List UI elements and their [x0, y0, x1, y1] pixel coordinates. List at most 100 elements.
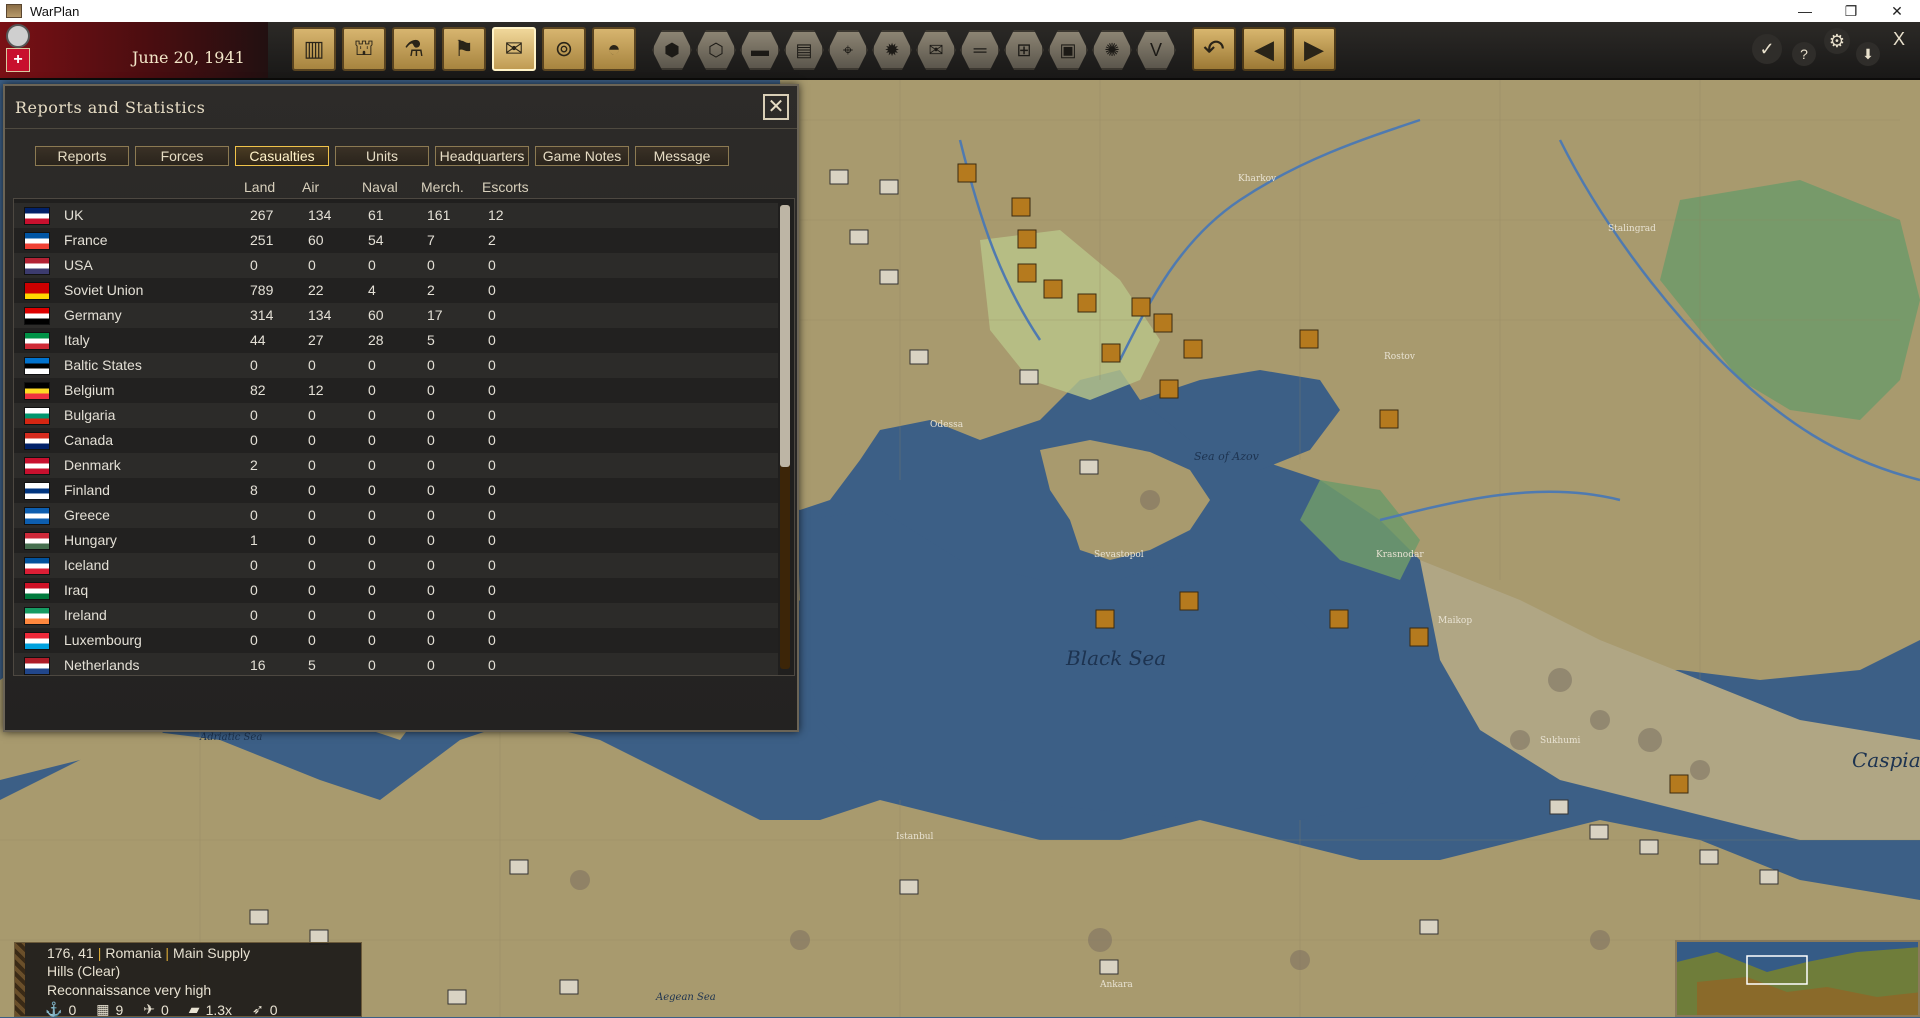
adriatic-sea-label: Adriatic Sea [200, 732, 263, 743]
table-row[interactable]: Finland 8 0 0 0 0 [14, 478, 778, 503]
table-row[interactable]: Greece 0 0 0 0 0 [14, 503, 778, 528]
previous-unit-button[interactable]: ◀ [1242, 27, 1286, 71]
filter-button-11[interactable]: ✺ [1092, 30, 1132, 70]
help-button[interactable]: ? [1792, 42, 1816, 66]
filter-button-12[interactable]: V [1136, 30, 1176, 70]
table-row[interactable]: Bulgaria 0 0 0 0 0 [14, 403, 778, 428]
filter-button-6[interactable]: ✹ [872, 30, 912, 70]
country-name: Luxembourg [64, 632, 142, 648]
filter-button-7[interactable]: ✉ [916, 30, 956, 70]
diplomacy-button[interactable]: ⚑ [442, 27, 486, 71]
fort-stat: 9 [115, 1001, 124, 1018]
panel-tabs: Reports Forces Casualties Units Headquar… [35, 146, 729, 166]
table-row[interactable]: Ireland 0 0 0 0 0 [14, 603, 778, 628]
tab-headquarters[interactable]: Headquarters [435, 146, 529, 166]
table-row[interactable]: Iraq 0 0 0 0 0 [14, 578, 778, 603]
minimize-button[interactable]: — [1782, 0, 1828, 22]
table-row[interactable]: Belgium 82 12 0 0 0 [14, 378, 778, 403]
restore-button[interactable]: ❐ [1828, 0, 1874, 22]
casualty-air: 22 [308, 282, 324, 298]
save-button[interactable]: ⬇ [1856, 42, 1880, 66]
table-row[interactable]: Hungary 1 0 0 0 0 [14, 528, 778, 553]
tab-casualties[interactable]: Casualties [235, 146, 329, 166]
scrollbar-thumb[interactable] [780, 205, 790, 467]
country-flag-icon [24, 407, 50, 425]
casualty-escorts: 0 [488, 457, 496, 473]
country-name: Bulgaria [64, 407, 116, 423]
undo-button[interactable]: ↶ [1192, 27, 1236, 71]
casualty-merch: 2 [427, 282, 435, 298]
casualty-merch: 0 [427, 407, 435, 423]
filter-button-8[interactable]: ═ [960, 30, 1000, 70]
window-title: WarPlan [30, 3, 80, 19]
faction-flag-icon[interactable]: + [6, 48, 30, 72]
casualty-merch: 7 [427, 232, 435, 248]
filter-button-4[interactable]: ▤ [784, 30, 824, 70]
filter-button-1[interactable]: ⬢ [652, 30, 692, 70]
sea-of-azov-label: Sea of Azov [1194, 450, 1259, 463]
table-scrollbar[interactable] [780, 205, 790, 669]
window-close-button[interactable]: ✕ [1874, 0, 1920, 22]
minimap[interactable] [1675, 940, 1920, 1017]
country-flag-icon [24, 457, 50, 475]
table-row[interactable]: Baltic States 0 0 0 0 0 [14, 353, 778, 378]
panel-divider [5, 128, 797, 129]
filter-button-10[interactable]: ▣ [1048, 30, 1088, 70]
tab-forces[interactable]: Forces [135, 146, 229, 166]
casualty-land: 789 [250, 282, 274, 298]
table-row[interactable]: Germany 314 134 60 17 0 [14, 303, 778, 328]
country-flag-icon [24, 257, 50, 275]
panel-close-button[interactable]: ✕ [763, 94, 789, 120]
casualty-land: 0 [250, 407, 258, 423]
menu-gear-icon[interactable] [6, 24, 30, 48]
settings-button[interactable]: ⚙ [1824, 28, 1850, 54]
economy-button[interactable]: ⛫ [342, 27, 386, 71]
table-row[interactable]: Denmark 2 0 0 0 0 [14, 453, 778, 478]
table-row[interactable]: Netherlands 16 5 0 0 0 [14, 653, 778, 675]
casualties-table[interactable]: UK 267 134 61 161 12 France 251 60 54 7 2 USA 0 0 0 0 0 So… [13, 198, 795, 676]
recon-button[interactable]: ⊚ [542, 27, 586, 71]
casualty-naval: 61 [368, 207, 384, 223]
casualty-air: 0 [308, 582, 316, 598]
casualty-land: 0 [250, 582, 258, 598]
table-row[interactable]: Soviet Union 789 22 4 2 0 [14, 278, 778, 303]
tab-reports[interactable]: Reports [35, 146, 129, 166]
table-row[interactable]: France 251 60 54 7 2 [14, 228, 778, 253]
units-button[interactable]: ◓ [592, 27, 636, 71]
casualty-land: 0 [250, 357, 258, 373]
filter-button-5[interactable]: ⌖ [828, 30, 868, 70]
hex-supply: Main Supply [173, 945, 251, 961]
tab-message[interactable]: Message [635, 146, 729, 166]
research-button[interactable]: ⚗ [392, 27, 436, 71]
filter-button-9[interactable]: ⊞ [1004, 30, 1044, 70]
table-row[interactable]: Italy 44 27 28 5 0 [14, 328, 778, 353]
table-row[interactable]: Iceland 0 0 0 0 0 [14, 553, 778, 578]
air-stat: 0 [161, 1001, 169, 1018]
exit-button[interactable]: X [1886, 26, 1912, 52]
minimap-terrain [1677, 942, 1918, 1015]
casualty-escorts: 2 [488, 232, 496, 248]
casualty-escorts: 0 [488, 482, 496, 498]
filter-button-3[interactable]: ▬ [740, 30, 780, 70]
table-row[interactable]: Luxembourg 0 0 0 0 0 [14, 628, 778, 653]
casualty-air: 0 [308, 457, 316, 473]
casualty-merch: 0 [427, 632, 435, 648]
table-row[interactable]: UK 267 134 61 161 12 [14, 203, 778, 228]
filter-button-2[interactable]: ⬡ [696, 30, 736, 70]
tab-units[interactable]: Units [335, 146, 429, 166]
casualty-escorts: 0 [488, 557, 496, 573]
sevastopol-label: Sevastopol [1094, 550, 1144, 560]
next-unit-button[interactable]: ▶ [1292, 27, 1336, 71]
casualty-merch: 0 [427, 532, 435, 548]
bomber-icon: ➶ [252, 1001, 264, 1017]
casualty-escorts: 12 [488, 207, 504, 223]
column-header-land: Land [244, 179, 276, 195]
tab-game-notes[interactable]: Game Notes [535, 146, 629, 166]
production-button[interactable]: ▥ [292, 27, 336, 71]
country-name: Iceland [64, 557, 110, 573]
table-row[interactable]: USA 0 0 0 0 0 [14, 253, 778, 278]
end-turn-button[interactable]: ✓ [1752, 34, 1782, 64]
bomber-stat: 0 [269, 1001, 278, 1018]
table-row[interactable]: Canada 0 0 0 0 0 [14, 428, 778, 453]
reports-button[interactable]: ✉ [492, 27, 536, 71]
